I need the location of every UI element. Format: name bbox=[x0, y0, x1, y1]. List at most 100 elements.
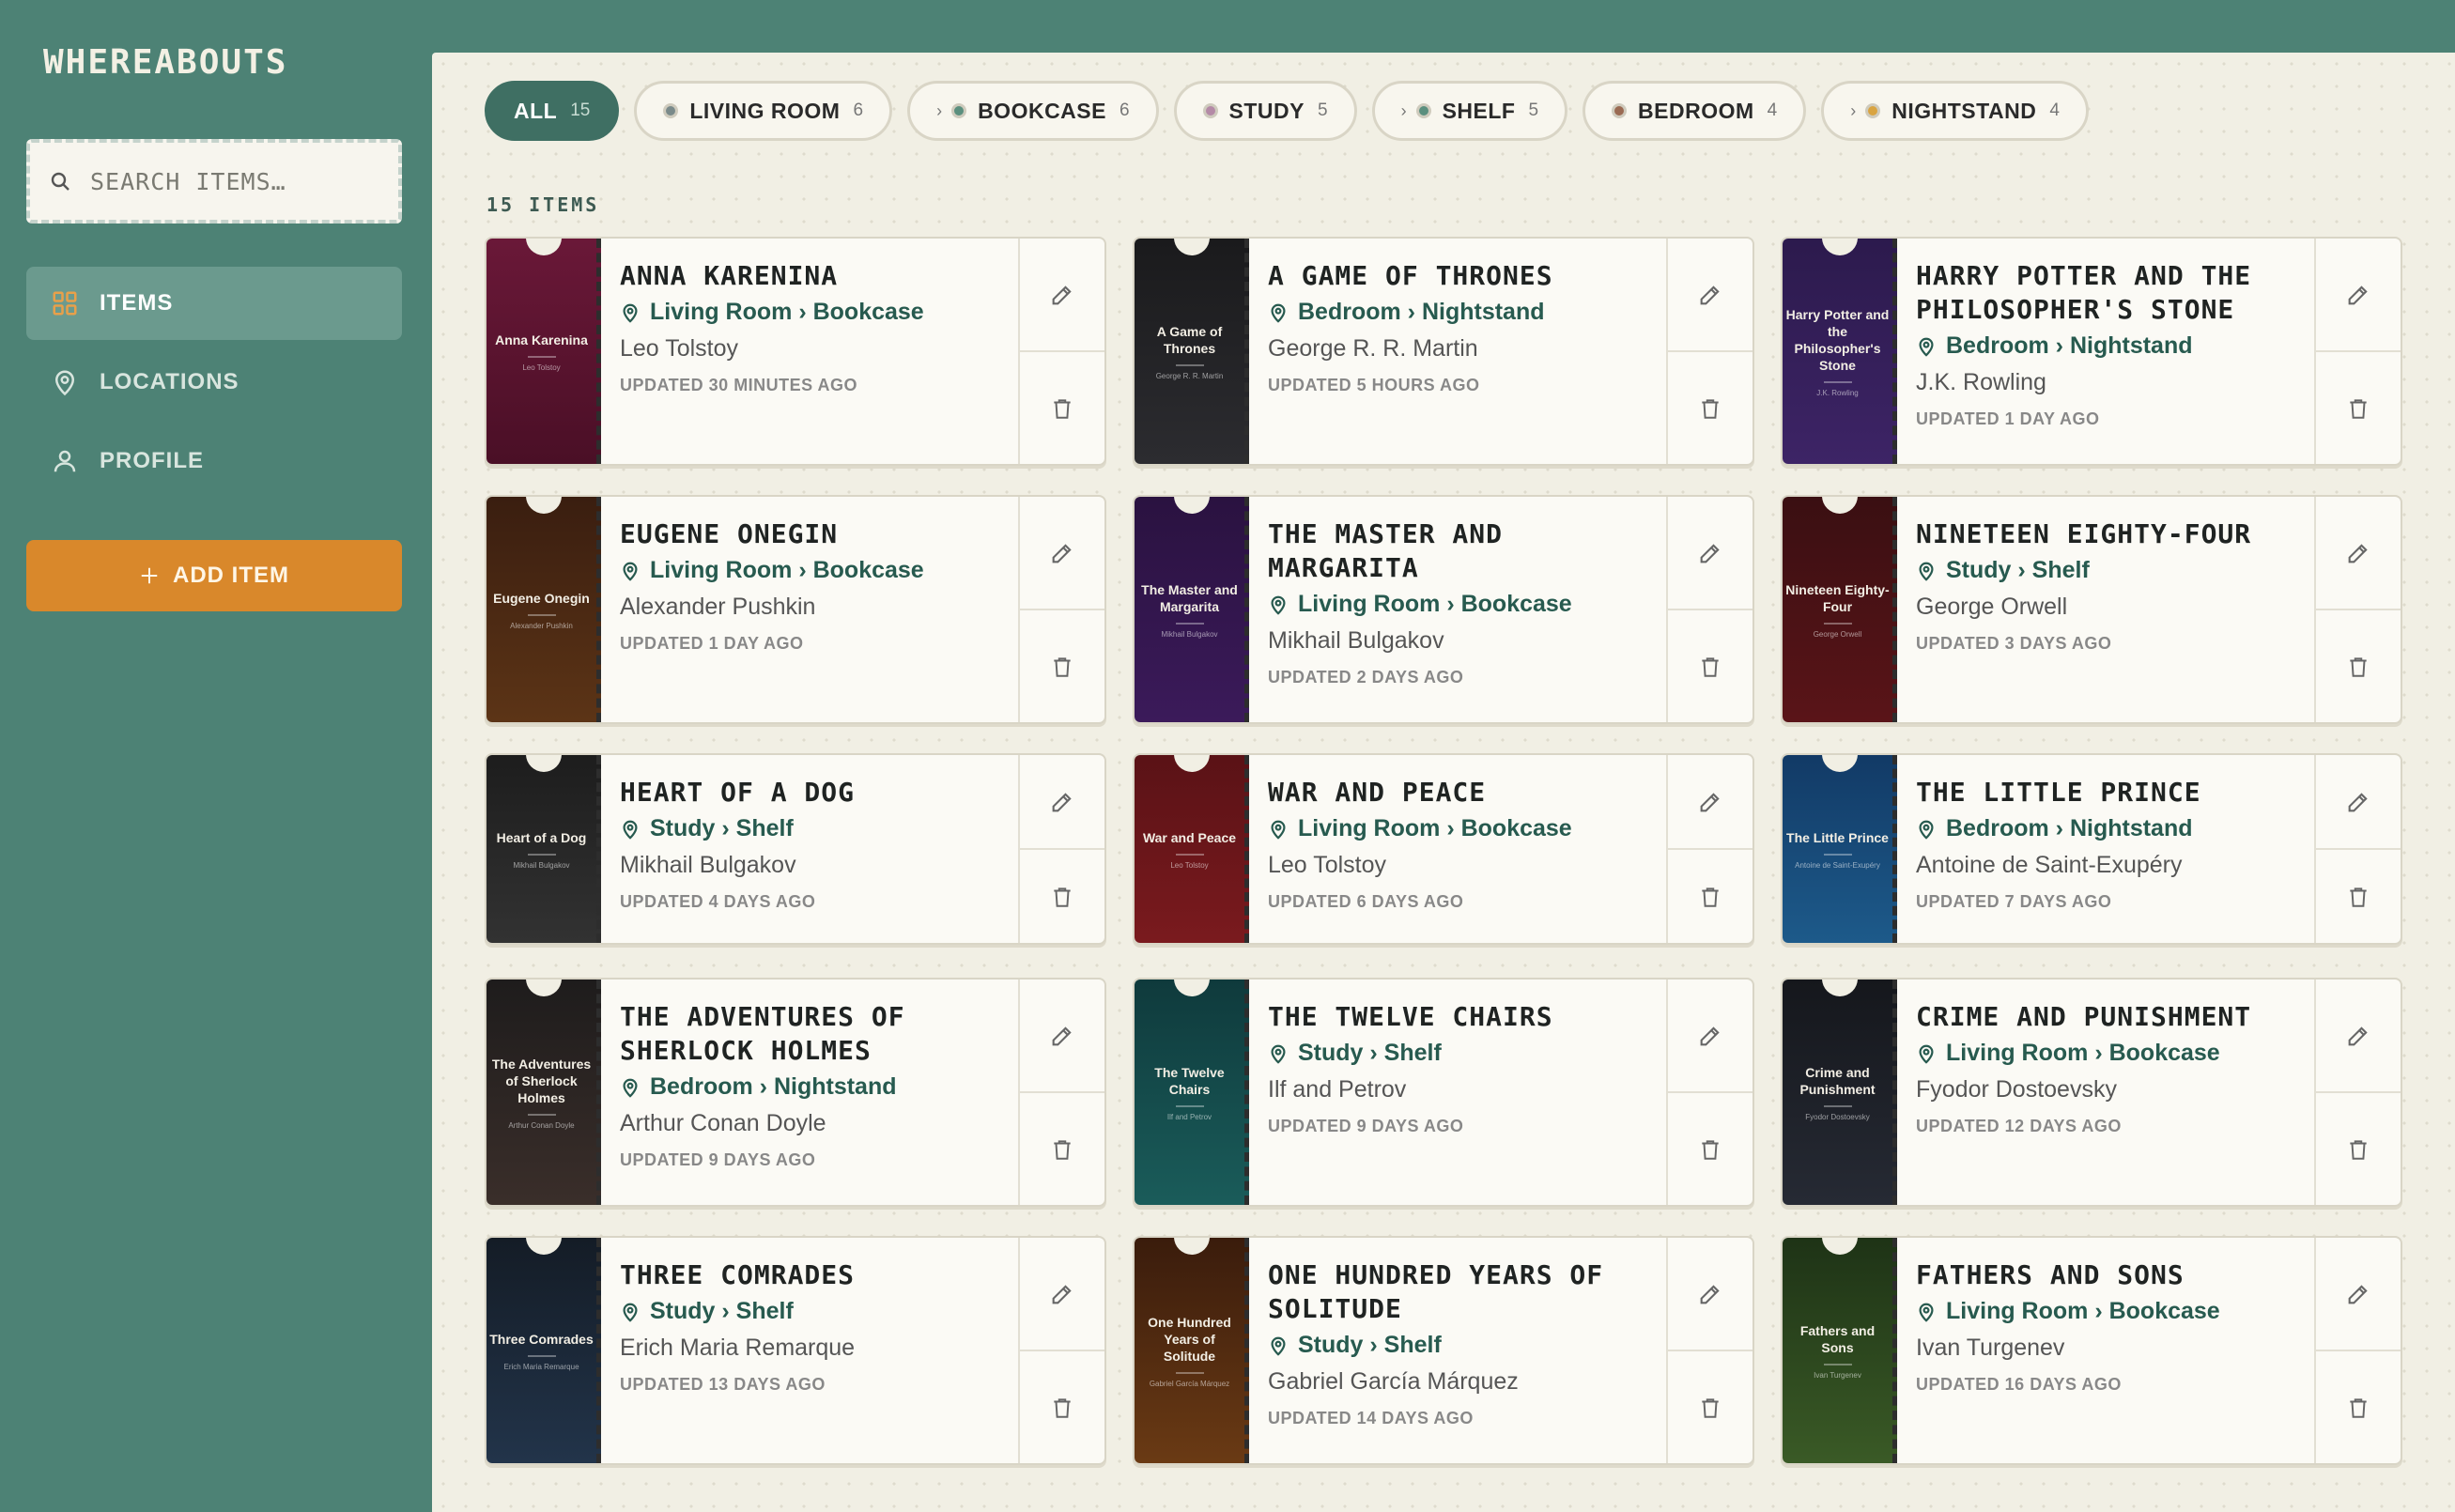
trash-icon bbox=[1702, 398, 1719, 419]
item-location-text: Study › Shelf bbox=[650, 1298, 794, 1324]
item-card[interactable]: Three Comrades Erich Maria Remarque THREE … bbox=[485, 1236, 1106, 1465]
edit-button[interactable] bbox=[1668, 497, 1752, 609]
item-updated: UPDATED 16 DAYS AGO bbox=[1916, 1375, 2122, 1394]
item-card[interactable]: War and Peace Leo Tolstoy WAR AND PEACE Liv… bbox=[1133, 753, 1754, 945]
filter-chip-bedroom[interactable]: BEDROOM 4 bbox=[1583, 81, 1807, 141]
book-cover: Fathers and Sons Ivan Turgenev bbox=[1783, 1238, 1897, 1463]
delete-button[interactable] bbox=[1020, 848, 1104, 943]
cover-title: Crime and Punishment bbox=[1799, 1064, 1876, 1097]
delete-button[interactable] bbox=[1020, 609, 1104, 722]
edit-pencil-icon bbox=[1052, 543, 1072, 563]
search-box[interactable] bbox=[26, 139, 402, 224]
delete-button[interactable] bbox=[2316, 1350, 2401, 1463]
map-pin-icon bbox=[1271, 595, 1286, 615]
delete-button[interactable] bbox=[1020, 1350, 1104, 1463]
item-title: THE TWELVE CHAIRS bbox=[1268, 1001, 1553, 1032]
filter-chip-bookcase[interactable]: › BOOKCASE 6 bbox=[907, 81, 1159, 141]
edit-button[interactable] bbox=[1020, 1238, 1104, 1350]
nav-item-profile[interactable]: PROFILE bbox=[26, 424, 402, 498]
item-location: Study › Shelf bbox=[1268, 1040, 1664, 1067]
edit-pencil-icon bbox=[1700, 1026, 1720, 1045]
item-card[interactable]: Eugene Onegin Alexander Pushkin EUGENE ONE… bbox=[485, 495, 1106, 724]
delete-button[interactable] bbox=[1020, 1091, 1104, 1205]
trash-icon bbox=[2350, 887, 2367, 907]
map-pin-icon bbox=[1919, 337, 1934, 357]
edit-button[interactable] bbox=[2316, 497, 2401, 609]
nav-item-locations[interactable]: LOCATIONS bbox=[26, 346, 402, 419]
item-card[interactable]: One Hundred Years of Solitude Gabriel Gar… bbox=[1133, 1236, 1754, 1465]
delete-button[interactable] bbox=[1668, 848, 1752, 943]
cover-title: A Game of Thrones bbox=[1156, 323, 1223, 356]
nav-item-items[interactable]: ITEMS bbox=[26, 267, 402, 340]
filter-chip-count: 6 bbox=[853, 100, 864, 120]
delete-button[interactable] bbox=[1668, 1091, 1752, 1205]
edit-pencil-icon bbox=[1052, 285, 1072, 304]
item-card[interactable]: The Master and Margarita Mikhail Bulgakov… bbox=[1133, 495, 1754, 724]
item-actions bbox=[1018, 980, 1104, 1205]
cover-author: Arthur Conan Doyle bbox=[508, 1120, 575, 1130]
cover-author: Ilf and Petrov bbox=[1166, 1112, 1212, 1121]
item-card[interactable]: The Twelve Chairs Ilf and Petrov THE TWELV… bbox=[1133, 978, 1754, 1207]
delete-button[interactable] bbox=[1020, 350, 1104, 464]
item-author: J.K. Rowling bbox=[1916, 369, 2046, 395]
item-details: NINETEEN EIGHTY-FOUR Study › Shelf George … bbox=[1916, 517, 2312, 654]
edit-button[interactable] bbox=[1020, 497, 1104, 609]
edit-button[interactable] bbox=[1668, 239, 1752, 350]
edit-button[interactable] bbox=[2316, 239, 2401, 350]
color-dot-icon bbox=[1865, 103, 1881, 118]
item-card[interactable]: Fathers and Sons Ivan Turgenev FATHERS AND… bbox=[1781, 1236, 2402, 1465]
edit-button[interactable] bbox=[1668, 755, 1752, 848]
edit-button[interactable] bbox=[1020, 980, 1104, 1091]
filter-chip-all[interactable]: ALL 15 bbox=[485, 81, 620, 141]
item-details: CRIME AND PUNISHMENT Living Room › Bookca… bbox=[1916, 1000, 2312, 1136]
edit-button[interactable] bbox=[1668, 1238, 1752, 1350]
map-pin-icon bbox=[1919, 562, 1934, 581]
add-item-button[interactable]: ADD ITEM bbox=[26, 540, 402, 611]
item-updated: UPDATED 12 DAYS AGO bbox=[1916, 1117, 2122, 1135]
edit-button[interactable] bbox=[2316, 980, 2401, 1091]
filter-chip-shelf[interactable]: › SHELF 5 bbox=[1371, 81, 1568, 141]
filter-chip-study[interactable]: STUDY 5 bbox=[1173, 81, 1357, 141]
filter-chip-nightstand[interactable]: › NIGHTSTAND 4 bbox=[1821, 81, 2089, 141]
edit-pencil-icon bbox=[1700, 1284, 1720, 1304]
item-card[interactable]: Harry Potter and the Philosopher's Stone… bbox=[1781, 237, 2402, 466]
item-card[interactable]: Heart of a Dog Mikhail Bulgakov HEART OF A… bbox=[485, 753, 1106, 945]
cover-divider bbox=[527, 355, 556, 358]
item-card[interactable]: The Little Prince Antoine de Saint-Exupér… bbox=[1781, 753, 2402, 945]
book-cover: The Master and Margarita Mikhail Bulgakov bbox=[1135, 497, 1249, 722]
delete-button[interactable] bbox=[1668, 1350, 1752, 1463]
trash-icon bbox=[1702, 887, 1719, 907]
item-card[interactable]: Crime and Punishment Fyodor Dostoevsky CRI… bbox=[1781, 978, 2402, 1207]
filter-chip-living-room[interactable]: LIVING ROOM 6 bbox=[634, 81, 893, 141]
color-dot-icon bbox=[1415, 103, 1431, 118]
item-card[interactable]: Anna Karenina Leo Tolstoy ANNA KARENINA Liv… bbox=[485, 237, 1106, 466]
edit-button[interactable] bbox=[1020, 755, 1104, 848]
item-location-text: Living Room › Bookcase bbox=[650, 299, 924, 325]
item-author: Leo Tolstoy bbox=[620, 335, 739, 362]
book-cover: The Adventures of Sherlock Holmes Arthur … bbox=[486, 980, 601, 1205]
delete-button[interactable] bbox=[2316, 1091, 2401, 1205]
item-updated: UPDATED 9 DAYS AGO bbox=[1268, 1117, 1464, 1135]
item-location-text: Living Room › Bookcase bbox=[1946, 1040, 2220, 1066]
edit-pencil-icon bbox=[1052, 1026, 1072, 1045]
delete-button[interactable] bbox=[1668, 609, 1752, 722]
trash-icon bbox=[1054, 887, 1071, 907]
edit-button[interactable] bbox=[1668, 980, 1752, 1091]
item-title: THREE COMRADES bbox=[620, 1259, 856, 1290]
edit-button[interactable] bbox=[2316, 755, 2401, 848]
cover-title: One Hundred Years of Solitude bbox=[1148, 1314, 1231, 1364]
delete-button[interactable] bbox=[1668, 350, 1752, 464]
delete-button[interactable] bbox=[2316, 848, 2401, 943]
item-title: THE LITTLE PRINCE bbox=[1916, 777, 2201, 808]
edit-button[interactable] bbox=[1020, 239, 1104, 350]
item-actions bbox=[1666, 1238, 1752, 1463]
edit-button[interactable] bbox=[2316, 1238, 2401, 1350]
item-title: FATHERS AND SONS bbox=[1916, 1259, 2185, 1290]
item-card[interactable]: A Game of Thrones George R. R. Martin A GA… bbox=[1133, 237, 1754, 466]
delete-button[interactable] bbox=[2316, 350, 2401, 464]
delete-button[interactable] bbox=[2316, 609, 2401, 722]
item-card[interactable]: Nineteen Eighty-Four George Orwell NINETEE… bbox=[1781, 495, 2402, 724]
item-card[interactable]: The Adventures of Sherlock Holmes Arthur … bbox=[485, 978, 1106, 1207]
trash-icon bbox=[1054, 1139, 1071, 1160]
search-input[interactable] bbox=[90, 167, 372, 195]
